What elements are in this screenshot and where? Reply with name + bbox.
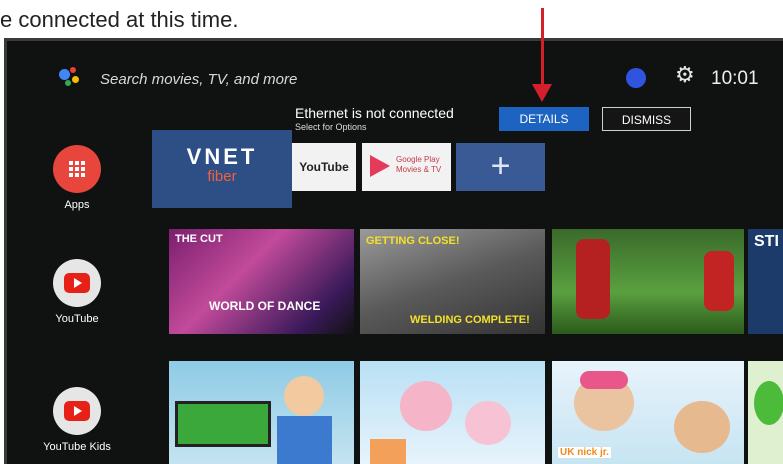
video-thumbnail-overlay: WORLD OF DANCE xyxy=(209,299,321,313)
video-thumbnail[interactable]: STI xyxy=(748,229,783,334)
google-play-movies-icon xyxy=(370,155,390,177)
video-thumbnail[interactable]: GETTING CLOSE! WELDING COMPLETE! xyxy=(360,229,545,334)
account-avatar[interactable] xyxy=(626,68,646,88)
apps-grid-icon xyxy=(53,145,101,193)
app-tile-vnet-fiber[interactable]: VNET fiber xyxy=(152,130,292,208)
video-thumbnail[interactable]: THE CUT WORLD OF DANCE xyxy=(169,229,354,334)
video-thumbnail[interactable] xyxy=(552,229,744,334)
youtube-tile-label: YouTube xyxy=(299,160,349,174)
vnet-logo-text: VNET xyxy=(186,144,258,169)
sidebar-item-youtube[interactable]: YouTube xyxy=(47,259,107,325)
add-app-tile[interactable]: + xyxy=(456,143,545,191)
sidebar-item-label: YouTube Kids xyxy=(43,441,111,453)
sidebar-item-youtube-kids[interactable]: YouTube Kids xyxy=(43,387,111,453)
app-tile-google-play-movies[interactable]: Google Play Movies & TV xyxy=(362,143,451,191)
video-thumbnail[interactable] xyxy=(748,361,783,464)
notification-title: Ethernet is not connected xyxy=(295,105,454,121)
video-thumbnail-title: THE CUT xyxy=(175,233,223,245)
android-tv-home-screen: Search movies, TV, and more ⚙ 10:01 Ethe… xyxy=(4,38,783,464)
annotation-arrow xyxy=(541,8,544,88)
channel-badge: UK nick jr. xyxy=(558,447,611,458)
video-thumbnail[interactable] xyxy=(169,361,354,464)
youtube-icon xyxy=(53,259,101,307)
annotation-arrow-head xyxy=(532,84,552,102)
video-thumbnail[interactable] xyxy=(360,361,545,464)
app-tile-youtube[interactable]: YouTube xyxy=(292,143,356,191)
video-thumbnail[interactable]: UK nick jr. xyxy=(552,361,744,464)
dismiss-button[interactable]: DISMISS xyxy=(602,107,691,131)
clock: 10:01 xyxy=(711,68,759,89)
search-prompt[interactable]: Search movies, TV, and more xyxy=(100,71,297,88)
video-thumbnail-title: STI xyxy=(754,233,779,250)
video-thumbnail-title: GETTING CLOSE! xyxy=(366,235,460,247)
gear-icon[interactable]: ⚙ xyxy=(675,64,695,86)
sidebar-item-apps[interactable]: Apps xyxy=(47,145,107,211)
google-assistant-icon[interactable] xyxy=(59,67,85,87)
youtube-kids-icon xyxy=(53,387,101,435)
details-button[interactable]: DETAILS xyxy=(499,107,589,131)
notification-subtitle: Select for Options xyxy=(295,122,367,132)
sidebar-item-label: YouTube xyxy=(55,313,99,325)
vnet-logo-subtext: fiber xyxy=(207,168,237,185)
sidebar-item-label: Apps xyxy=(64,199,90,211)
video-thumbnail-overlay: WELDING COMPLETE! xyxy=(410,314,530,326)
google-play-tile-label: Google Play Movies & TV xyxy=(396,155,442,174)
instruction-caption: e connected at this time. xyxy=(0,7,239,32)
